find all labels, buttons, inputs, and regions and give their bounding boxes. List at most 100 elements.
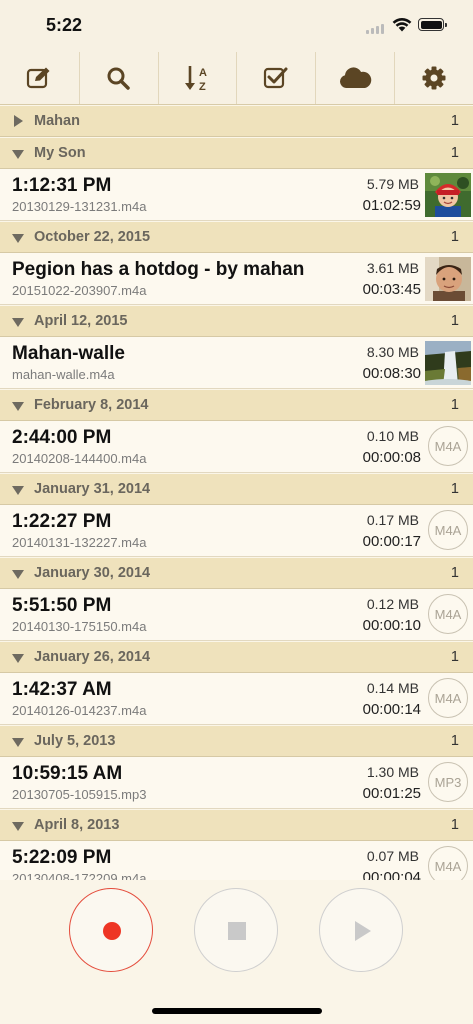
section-title: My Son	[34, 145, 86, 161]
record-button[interactable]	[69, 888, 153, 972]
recording-row[interactable]: 5:51:50 PM 20140130-175150.m4a 0.12 MB 00:0…	[0, 589, 473, 641]
search-icon	[107, 67, 130, 90]
playback-controls	[0, 880, 473, 1024]
recording-duration: 00:00:08	[362, 449, 421, 466]
section-header[interactable]: January 31, 2014 1	[0, 473, 473, 505]
cloud-icon	[339, 67, 371, 88]
recording-size: 0.07 MB	[366, 848, 419, 864]
play-button[interactable]	[319, 888, 403, 972]
stop-button[interactable]	[194, 888, 278, 972]
section-count: 1	[450, 481, 459, 497]
recording-filename: 20130408-172209.m4a	[12, 871, 147, 880]
section-title: January 31, 2014	[34, 481, 151, 497]
section-title: January 26, 2014	[34, 649, 151, 665]
cloud-button[interactable]	[315, 52, 394, 104]
recording-filename: 20140126-014237.m4a	[12, 703, 147, 718]
section-title: February 8, 2014	[34, 397, 149, 413]
recording-size: 0.14 MB	[366, 680, 419, 696]
edit-button[interactable]	[0, 52, 79, 104]
file-type-badge: M4A	[428, 510, 468, 550]
recording-duration: 01:02:59	[362, 197, 421, 214]
recordings-list[interactable]: Mahan 1 My Son 1 1:12:31 PM 20130129-131231.m…	[0, 105, 473, 880]
recording-name: 5:51:50 PM	[12, 595, 112, 616]
section-count: 1	[450, 817, 459, 833]
recording-thumbnail	[425, 173, 471, 217]
section-count: 1	[450, 313, 459, 329]
section-count: 1	[450, 733, 459, 749]
section-count: 1	[450, 649, 459, 665]
section-header[interactable]: April 8, 2013 1	[0, 809, 473, 841]
recording-duration: 00:03:45	[362, 281, 421, 298]
section-header[interactable]: January 26, 2014 1	[0, 641, 473, 673]
select-button[interactable]	[236, 52, 315, 104]
svg-text:Z: Z	[199, 81, 206, 92]
section-title: April 8, 2013	[34, 817, 120, 833]
recording-size: 0.10 MB	[366, 428, 419, 444]
section-count: 1	[450, 397, 459, 413]
recording-size: 1.30 MB	[366, 764, 419, 780]
recording-duration: 00:00:10	[362, 617, 421, 634]
recording-row[interactable]: 2:44:00 PM 20140208-144400.m4a 0.10 MB 00:0…	[0, 421, 473, 473]
toolbar: A Z	[0, 52, 473, 105]
section-header[interactable]: Mahan 1	[0, 105, 473, 137]
section-title: Mahan	[34, 113, 80, 129]
file-type-badge: M4A	[428, 846, 468, 880]
file-type-badge: M4A	[428, 426, 468, 466]
section-header[interactable]: January 30, 2014 1	[0, 557, 473, 589]
gear-icon	[422, 66, 446, 90]
disclosure-down-icon	[12, 654, 24, 663]
recording-row[interactable]: 1:12:31 PM 20130129-131231.m4a 5.79 MB 01:0…	[0, 169, 473, 221]
recording-name: 1:22:27 PM	[12, 511, 112, 532]
recording-row[interactable]: 1:42:37 AM 20140126-014237.m4a 0.14 MB 00:0…	[0, 673, 473, 725]
recording-duration: 00:00:14	[362, 701, 421, 718]
section-header[interactable]: April 12, 2015 1	[0, 305, 473, 337]
section-title: April 12, 2015	[34, 313, 128, 329]
recording-thumbnail	[425, 341, 471, 385]
home-indicator[interactable]	[152, 1008, 322, 1014]
disclosure-down-icon	[12, 318, 24, 327]
disclosure-right-icon	[14, 115, 23, 127]
file-type-badge: MP3	[428, 762, 468, 802]
recording-row[interactable]: 10:59:15 AM 20130705-105915.mp3 1.30 MB 00:…	[0, 757, 473, 809]
recording-name: 2:44:00 PM	[12, 427, 112, 448]
edit-icon	[27, 67, 50, 89]
recording-row[interactable]: Mahan-walle mahan-walle.m4a 8.30 MB 00:08:3…	[0, 337, 473, 389]
settings-button[interactable]	[394, 52, 473, 104]
svg-text:A: A	[199, 67, 207, 79]
recording-name: Pegion has a hotdog - by mahan	[12, 259, 305, 280]
disclosure-down-icon	[12, 486, 24, 495]
recording-name: 1:12:31 PM	[12, 175, 112, 196]
disclosure-down-icon	[12, 570, 24, 579]
recording-duration: 00:00:04	[362, 869, 421, 880]
file-type-badge: M4A	[428, 678, 468, 718]
recording-duration: 00:00:17	[362, 533, 421, 550]
recording-size: 5.79 MB	[366, 176, 419, 192]
checkbox-icon	[263, 67, 288, 89]
battery-icon	[418, 18, 447, 31]
recording-row[interactable]: 5:22:09 PM 20130408-172209.m4a 0.07 MB 00:0…	[0, 841, 473, 880]
recording-filename: 20130705-105915.mp3	[12, 787, 147, 802]
disclosure-down-icon	[12, 234, 24, 243]
recording-filename: 20130129-131231.m4a	[12, 199, 147, 214]
disclosure-down-icon	[12, 822, 24, 831]
recording-row[interactable]: Pegion has a hotdog - by mahan 20151022-2…	[0, 253, 473, 305]
section-count: 1	[450, 229, 459, 245]
cellular-signal-icon	[366, 24, 386, 34]
section-header[interactable]: July 5, 2013 1	[0, 725, 473, 757]
status-bar: 5:22	[0, 0, 473, 52]
section-header[interactable]: October 22, 2015 1	[0, 221, 473, 253]
sort-button[interactable]: A Z	[157, 52, 237, 104]
recording-name: 1:42:37 AM	[12, 679, 112, 700]
search-button[interactable]	[78, 52, 158, 104]
disclosure-down-icon	[12, 402, 24, 411]
section-header[interactable]: February 8, 2014 1	[0, 389, 473, 421]
section-header[interactable]: My Son 1	[0, 137, 473, 169]
recording-name: Mahan-walle	[12, 343, 125, 364]
recording-row[interactable]: 1:22:27 PM 20140131-132227.m4a 0.17 MB 00:0…	[0, 505, 473, 557]
disclosure-down-icon	[12, 150, 24, 159]
recording-filename: 20140131-132227.m4a	[12, 535, 147, 550]
file-type-badge: M4A	[428, 594, 468, 634]
section-title: July 5, 2013	[34, 733, 116, 749]
recording-duration: 00:08:30	[362, 365, 421, 382]
disclosure-down-icon	[12, 738, 24, 747]
